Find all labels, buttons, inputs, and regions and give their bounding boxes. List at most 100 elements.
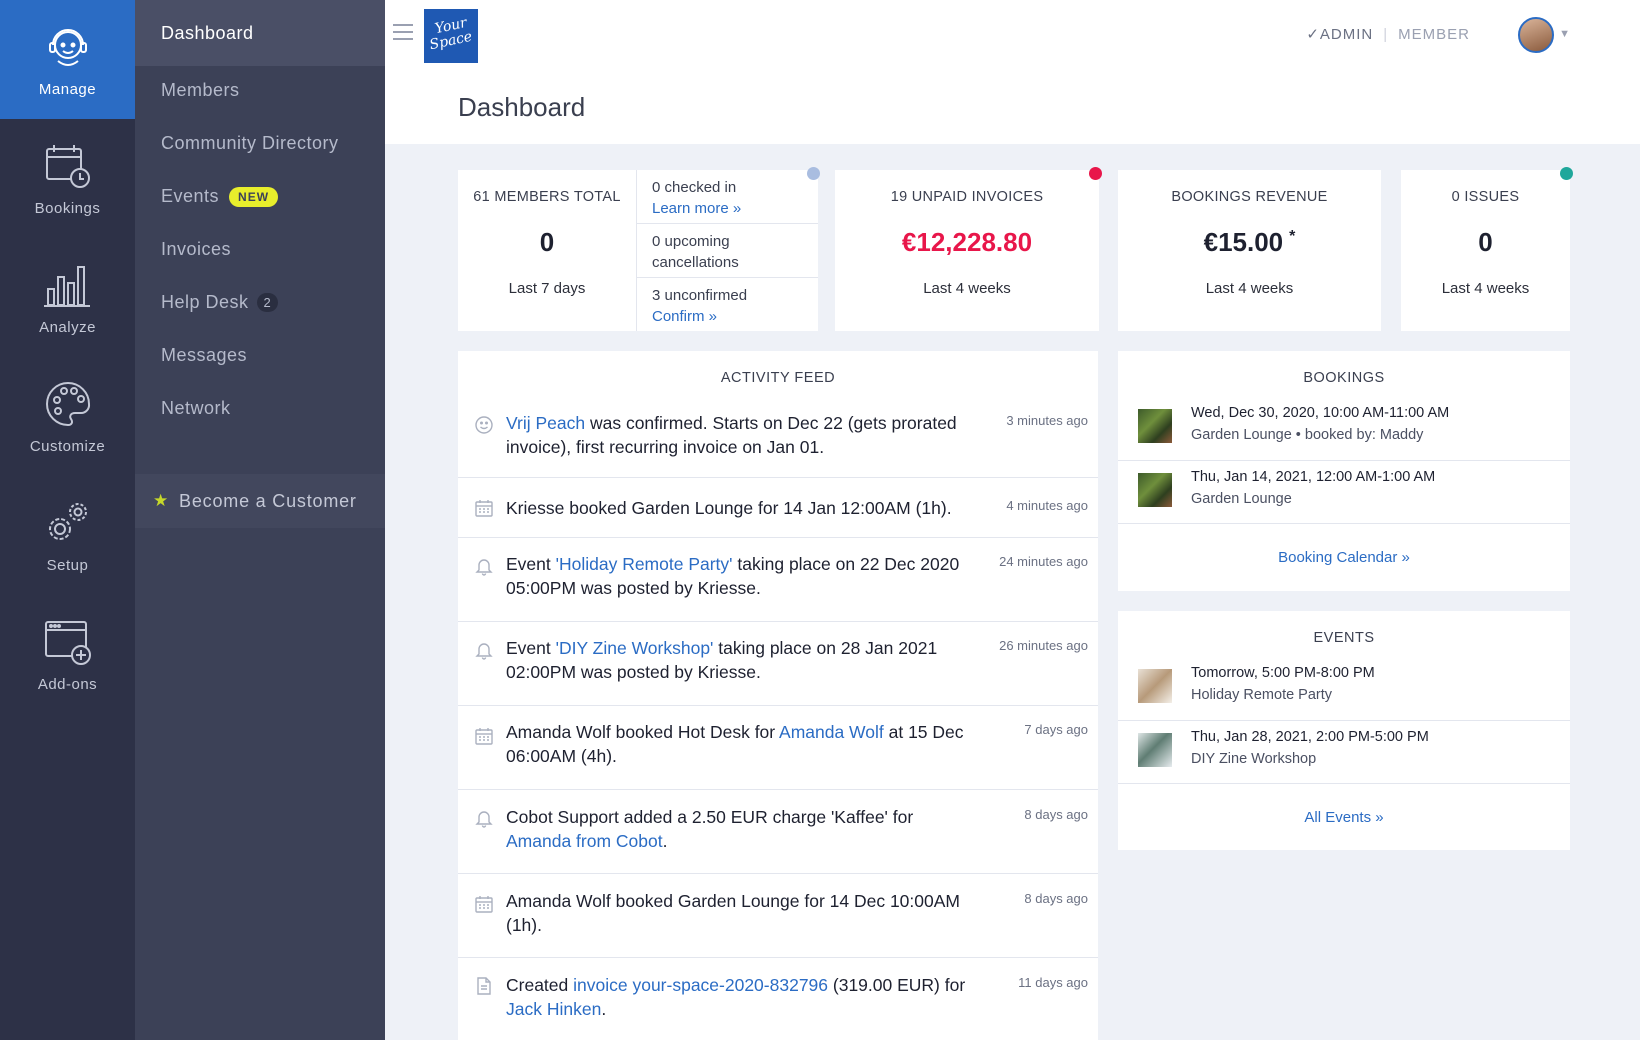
member-link[interactable]: Vrij Peach <box>506 413 585 433</box>
subnav-item-community-directory[interactable]: Community Directory <box>135 117 385 170</box>
user-avatar[interactable] <box>1518 17 1554 53</box>
feed-time: 26 minutes ago <box>999 638 1088 653</box>
check-icon: ✓ <box>1306 26 1320 43</box>
feed-text: Event 'DIY Zine Workshop' taking place o… <box>506 636 966 684</box>
unpaid-invoices-label: 19 UNPAID INVOICES <box>890 189 1044 205</box>
booking-time: Thu, Jan 14, 2021, 12:00 AM-1:00 AM <box>1191 469 1436 485</box>
booking-item[interactable]: Thu, Jan 14, 2021, 12:00 AM-1:00 AM Gard… <box>1118 460 1570 523</box>
rail-label: Analyze <box>39 319 96 336</box>
cancellations-text: 0 upcoming cancellations <box>652 233 739 271</box>
event-item[interactable]: Thu, Jan 28, 2021, 2:00 PM-5:00 PM DIY Z… <box>1118 720 1570 783</box>
feed-time: 8 days ago <box>1024 891 1088 906</box>
window-add-icon <box>44 621 91 665</box>
chevron-down-icon[interactable]: ▼ <box>1559 28 1570 40</box>
feed-item: Event 'DIY Zine Workshop' taking place o… <box>458 621 1098 705</box>
feed-item: Vrij Peach was confirmed. Starts on Dec … <box>458 397 1098 477</box>
event-item[interactable]: Tomorrow, 5:00 PM-8:00 PM Holiday Remote… <box>1118 657 1570 720</box>
feed-body: Amanda Wolf booked Garden Lounge for 14 … <box>506 891 960 935</box>
rail-label: Manage <box>38 81 97 98</box>
event-link[interactable]: 'DIY Zine Workshop' <box>556 638 714 658</box>
booking-room: Garden Lounge <box>1191 491 1292 507</box>
unconfirmed-row: 3 unconfirmed Confirm » <box>637 278 818 332</box>
feed-text: Created invoice your-space-2020-832796 (… <box>506 973 966 1021</box>
member-link[interactable]: Amanda Wolf <box>779 722 884 742</box>
member-link[interactable]: Amanda from Cobot <box>506 831 663 851</box>
feed-time: 7 days ago <box>1024 722 1088 737</box>
issues-value: 0 <box>1478 227 1493 257</box>
revenue-value-wrap: €15.00 * <box>1118 227 1381 258</box>
feed-item: Kriesse booked Garden Lounge for 14 Jan … <box>458 477 1098 537</box>
learn-more-link[interactable]: Learn more » <box>652 200 741 217</box>
feed-time: 11 days ago <box>1018 975 1088 990</box>
status-dot <box>1560 167 1573 180</box>
confirm-link[interactable]: Confirm » <box>652 308 717 325</box>
calendar-clock-icon <box>45 145 90 188</box>
subnav-label: Help Desk <box>161 292 249 312</box>
event-thumbnail <box>1138 669 1172 703</box>
status-dot <box>807 167 820 180</box>
event-name: Holiday Remote Party <box>1191 687 1333 703</box>
cta-label: Become a Customer <box>179 490 357 511</box>
feed-time: 4 minutes ago <box>1006 498 1088 513</box>
rail-item-bookings[interactable]: Bookings <box>0 119 135 238</box>
palette-icon <box>45 381 90 427</box>
feed-body: Event <box>506 638 556 658</box>
admin-label: ADMIN <box>1319 26 1374 43</box>
subnav-label: Members <box>161 80 240 100</box>
divider <box>1118 783 1570 784</box>
bookings-revenue-card[interactable]: BOOKINGS REVENUE €15.00 * Last 4 weeks <box>1118 170 1381 331</box>
rail-item-setup[interactable]: Setup <box>0 476 135 595</box>
event-thumbnail <box>1138 733 1172 767</box>
subnav-item-dashboard[interactable]: Dashboard <box>135 0 385 66</box>
page-title: Dashboard <box>458 92 586 122</box>
new-badge: NEW <box>229 186 279 207</box>
booking-item[interactable]: Wed, Dec 30, 2020, 10:00 AM-11:00 AM Gar… <box>1118 397 1570 460</box>
subnav-item-invoices[interactable]: Invoices <box>135 223 385 276</box>
subnav-item-network[interactable]: Network <box>135 382 385 435</box>
subnav-item-messages[interactable]: Messages <box>135 329 385 382</box>
subnav-item-members[interactable]: Members <box>135 64 385 117</box>
rail-item-add-ons[interactable]: Add-ons <box>0 595 135 714</box>
issues-card[interactable]: 0 ISSUES 0 Last 4 weeks <box>1401 167 1573 331</box>
admin-role-link[interactable]: ✓ADMIN <box>1306 26 1373 43</box>
members-value: 0 <box>539 227 555 257</box>
feed-text: Event 'Holiday Remote Party' taking plac… <box>506 552 966 600</box>
become-customer-link[interactable]: ★ Become a Customer <box>135 474 385 528</box>
feed-body: . <box>601 999 607 1019</box>
feed-item: Cobot Support added a 2.50 EUR charge 'K… <box>458 789 1098 873</box>
hamburger-menu-icon[interactable] <box>393 24 413 44</box>
unpaid-invoices-card[interactable]: 19 UNPAID INVOICES €12,228.80 Last 4 wee… <box>835 167 1102 331</box>
feed-text: Vrij Peach was confirmed. Starts on Dec … <box>506 411 966 459</box>
count-badge: 2 <box>256 293 279 312</box>
gears-icon <box>48 503 87 540</box>
feed-text: Amanda Wolf booked Garden Lounge for 14 … <box>506 889 966 937</box>
bar-chart-icon <box>43 266 90 307</box>
cancellations-row: 0 upcoming cancellations <box>637 224 818 278</box>
your-space-logo[interactable]: Your Space <box>424 9 478 63</box>
subnav-item-help-desk[interactable]: Help Desk 2 <box>135 276 385 329</box>
invoice-link[interactable]: invoice your-space-2020-832796 <box>573 975 828 995</box>
subnav-item-events[interactable]: Events NEW <box>135 170 385 223</box>
subnav-label: Community Directory <box>161 133 339 153</box>
icon-rail: Manage Bookings Analyze Customize Setup … <box>0 0 135 1040</box>
member-link[interactable]: Jack Hinken <box>506 999 601 1019</box>
booking-calendar-link[interactable]: Booking Calendar » <box>1118 549 1570 566</box>
event-link[interactable]: 'Holiday Remote Party' <box>556 554 733 574</box>
all-events-link[interactable]: All Events » <box>1118 809 1570 826</box>
rail-label: Add-ons <box>37 676 98 693</box>
rail-label: Setup <box>46 557 89 574</box>
feed-body: Kriesse booked Garden Lounge for 14 Jan … <box>506 498 952 518</box>
issues-period: Last 4 weeks <box>1441 280 1530 297</box>
manage-subnav: Dashboard Members Community Directory Ev… <box>135 0 385 1040</box>
feed-body: Amanda Wolf booked Hot Desk for <box>506 722 780 742</box>
revenue-footnote-mark: * <box>1289 228 1296 246</box>
checked-in-row: 0 checked in Learn more » <box>637 170 818 224</box>
unpaid-invoices-value: €12,228.80 <box>901 227 1033 257</box>
rail-item-manage[interactable]: Manage <box>0 0 135 119</box>
rail-item-customize[interactable]: Customize <box>0 357 135 476</box>
rail-item-analyze[interactable]: Analyze <box>0 238 135 357</box>
member-role-link[interactable]: MEMBER <box>1398 26 1470 43</box>
subnav-label: Messages <box>161 345 248 365</box>
bell-icon <box>475 811 493 828</box>
feed-item: Event 'Holiday Remote Party' taking plac… <box>458 537 1098 621</box>
